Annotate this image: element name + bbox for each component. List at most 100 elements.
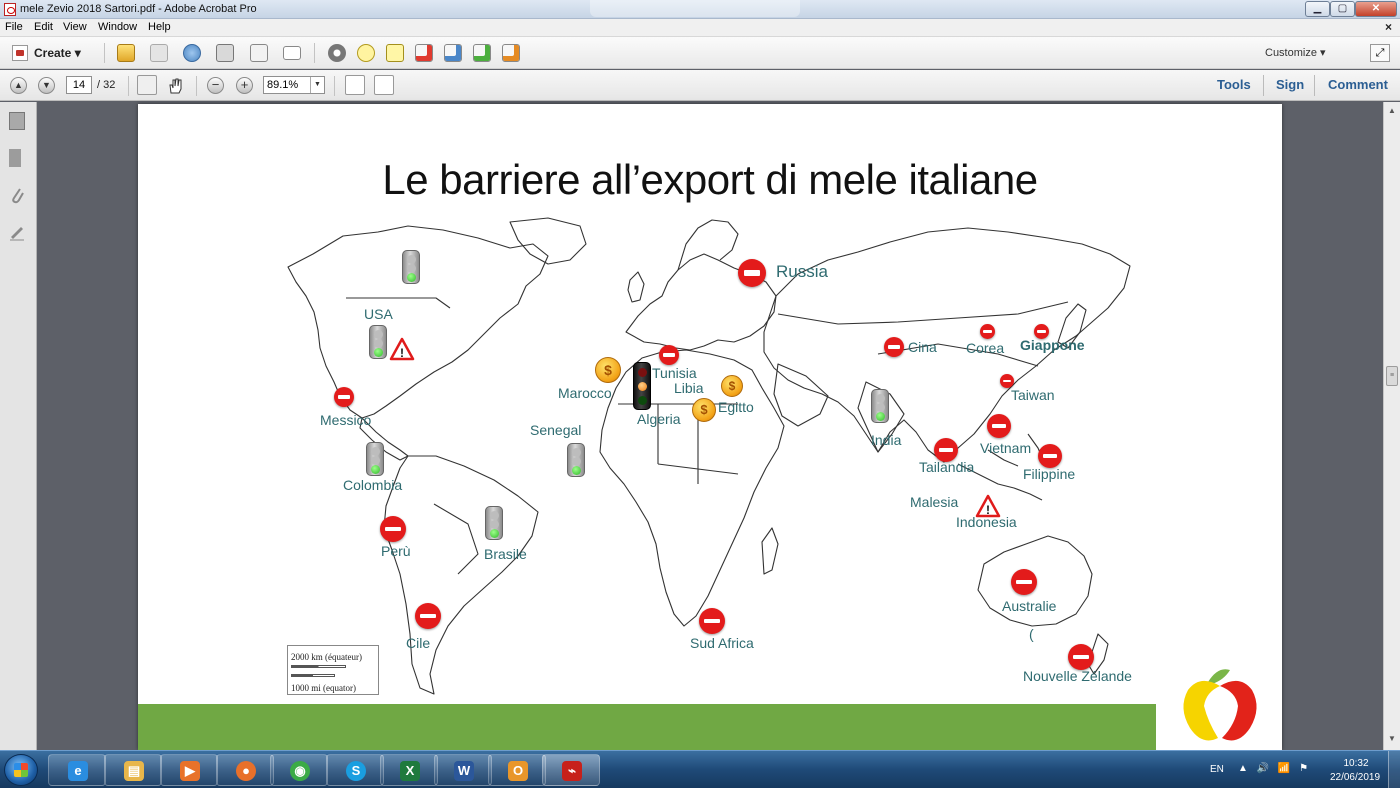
green-traffic-light-icon — [485, 506, 503, 540]
maximize-button[interactable]: ▢ — [1330, 1, 1355, 17]
main-toolbar: Create ▾ Customize ▾ ⤢ — [0, 37, 1400, 69]
taskbar-chrome[interactable]: ◉ — [270, 754, 328, 786]
hand-icon — [169, 78, 182, 94]
no-entry-icon — [1011, 569, 1037, 595]
select-tool-button[interactable] — [137, 75, 157, 95]
language-indicator[interactable]: EN — [1210, 764, 1224, 775]
scale-mi-bar — [291, 674, 335, 677]
toolbar-separator — [334, 76, 335, 96]
bookmarks-icon[interactable] — [9, 149, 21, 167]
expand-toolbar-button[interactable]: ⤢ — [1370, 44, 1390, 62]
scale-km-label: 2000 km (équateur) — [291, 652, 362, 662]
close-window-button[interactable]: ✕ — [1355, 1, 1397, 17]
outlook-icon: O — [508, 761, 528, 781]
system-tray: EN ▲ 🔊 📶 ⚑ 10:32 22/06/2019 — [1200, 751, 1400, 788]
hand-tool-button[interactable] — [164, 75, 184, 95]
no-entry-icon — [659, 345, 679, 365]
orange-traffic-light-icon — [633, 362, 651, 410]
fit-page-button[interactable] — [374, 75, 394, 95]
start-button[interactable] — [4, 754, 38, 786]
delete-pages-icon[interactable] — [415, 44, 433, 62]
attachments-paperclip-icon[interactable] — [9, 186, 25, 204]
next-page-button[interactable]: ▼ — [38, 77, 55, 94]
russia-border — [777, 301, 1069, 325]
page-total: / 32 — [97, 79, 116, 91]
cloud-upload-icon[interactable] — [183, 44, 201, 62]
zoom-level-select[interactable]: 89.1% ▼ — [263, 76, 325, 94]
coin-dollar-icon: $ — [595, 357, 621, 383]
label-libia: Libia — [674, 380, 704, 396]
fit-width-button[interactable] — [345, 75, 365, 95]
taskbar-word[interactable]: W — [434, 754, 492, 786]
tab-comment[interactable]: Comment — [1328, 77, 1388, 92]
no-entry-icon — [415, 603, 441, 629]
clock-time[interactable]: 10:32 — [1328, 758, 1384, 769]
taskbar-acrobat[interactable]: ⌁ — [542, 754, 600, 786]
folder-icon: ▤ — [124, 761, 144, 781]
no-entry-icon — [699, 608, 725, 634]
create-button-label: Create ▾ — [34, 46, 81, 60]
zoom-out-button[interactable]: − — [207, 77, 224, 94]
tab-separator — [1263, 75, 1264, 96]
create-button[interactable]: Create ▾ — [6, 42, 87, 64]
taskbar-skype[interactable]: S — [326, 754, 384, 786]
comment-bubble-icon[interactable] — [357, 44, 375, 62]
previous-page-button[interactable]: ▲ — [10, 77, 27, 94]
warning-mark: ! — [986, 503, 990, 517]
menu-bar: File Edit View Window Help × — [0, 19, 1400, 37]
menu-file[interactable]: File — [5, 21, 23, 33]
tab-tools[interactable]: Tools — [1217, 77, 1251, 92]
scrollbar-thumb[interactable]: ≡ — [1386, 366, 1398, 386]
form-icon[interactable] — [502, 44, 520, 62]
minimize-button[interactable]: ▁ — [1305, 1, 1330, 17]
taskbar-file-explorer[interactable]: ▤ — [104, 754, 162, 786]
map-scale-legend: 2000 km (équateur) 1000 mi (equator) — [287, 645, 379, 695]
menu-help[interactable]: Help — [148, 21, 171, 33]
label-giappone: Giappone — [1020, 337, 1085, 353]
settings-gear-icon[interactable] — [328, 44, 346, 62]
label-taiwan: Taiwan — [1011, 387, 1055, 403]
clock-date[interactable]: 22/06/2019 — [1320, 772, 1390, 783]
tab-sign[interactable]: Sign — [1276, 77, 1304, 92]
menu-view[interactable]: View — [63, 21, 87, 33]
label-tunisia: Tunisia — [652, 365, 697, 381]
taskbar-media-player[interactable]: ▶ — [160, 754, 218, 786]
taskbar-internet-explorer[interactable]: e — [48, 754, 106, 786]
edit-document-icon[interactable] — [250, 44, 268, 62]
menu-window[interactable]: Window — [98, 21, 137, 33]
no-entry-icon — [1068, 644, 1094, 670]
taskbar-outlook[interactable]: O — [488, 754, 546, 786]
scroll-down-arrow[interactable]: ▼ — [1386, 734, 1398, 746]
customize-dropdown[interactable]: Customize ▾ — [1265, 46, 1326, 59]
zoom-in-button[interactable]: + — [236, 77, 253, 94]
insert-pages-icon[interactable] — [473, 44, 491, 62]
scroll-up-arrow[interactable]: ▲ — [1386, 106, 1398, 118]
extract-pages-icon[interactable] — [444, 44, 462, 62]
print-icon[interactable] — [216, 44, 234, 62]
window-title: mele Zevio 2018 Sartori.pdf - Adobe Acro… — [20, 3, 257, 15]
zoom-level-value: 89.1% — [267, 79, 299, 91]
acrobat-icon: ⌁ — [562, 761, 582, 781]
menu-edit[interactable]: Edit — [34, 21, 53, 33]
vertical-scrollbar[interactable]: ▲ ≡ ▼ — [1383, 102, 1400, 750]
close-document-button[interactable]: × — [1385, 20, 1392, 34]
highlight-icon[interactable] — [386, 44, 404, 62]
label-marocco: Marocco — [558, 385, 612, 401]
signatures-pen-icon[interactable] — [9, 223, 25, 241]
tray-icons[interactable]: ▲ 🔊 📶 ⚑ — [1238, 763, 1311, 774]
taskbar-excel[interactable]: X — [380, 754, 438, 786]
label-parenthesis: ( — [1029, 626, 1034, 642]
label-nouvelle-zelande: Nouvelle Zélande — [1023, 668, 1132, 684]
show-desktop-button[interactable] — [1388, 751, 1400, 788]
tab-separator — [1314, 75, 1315, 96]
green-traffic-light-icon — [369, 325, 387, 359]
label-filippine: Filippine — [1023, 466, 1076, 482]
email-icon[interactable] — [283, 46, 301, 60]
taskbar-firefox[interactable]: ● — [216, 754, 274, 786]
open-folder-icon[interactable] — [117, 44, 135, 62]
no-entry-icon — [334, 387, 354, 407]
page-number-input[interactable]: 14 — [66, 76, 92, 94]
save-icon[interactable] — [150, 44, 168, 62]
page-thumbnails-icon[interactable] — [9, 112, 25, 130]
windows-taskbar: e ▤ ▶ ● ◉ S X W O ⌁ EN ▲ 🔊 📶 ⚑ 10:32 22/… — [0, 750, 1400, 788]
